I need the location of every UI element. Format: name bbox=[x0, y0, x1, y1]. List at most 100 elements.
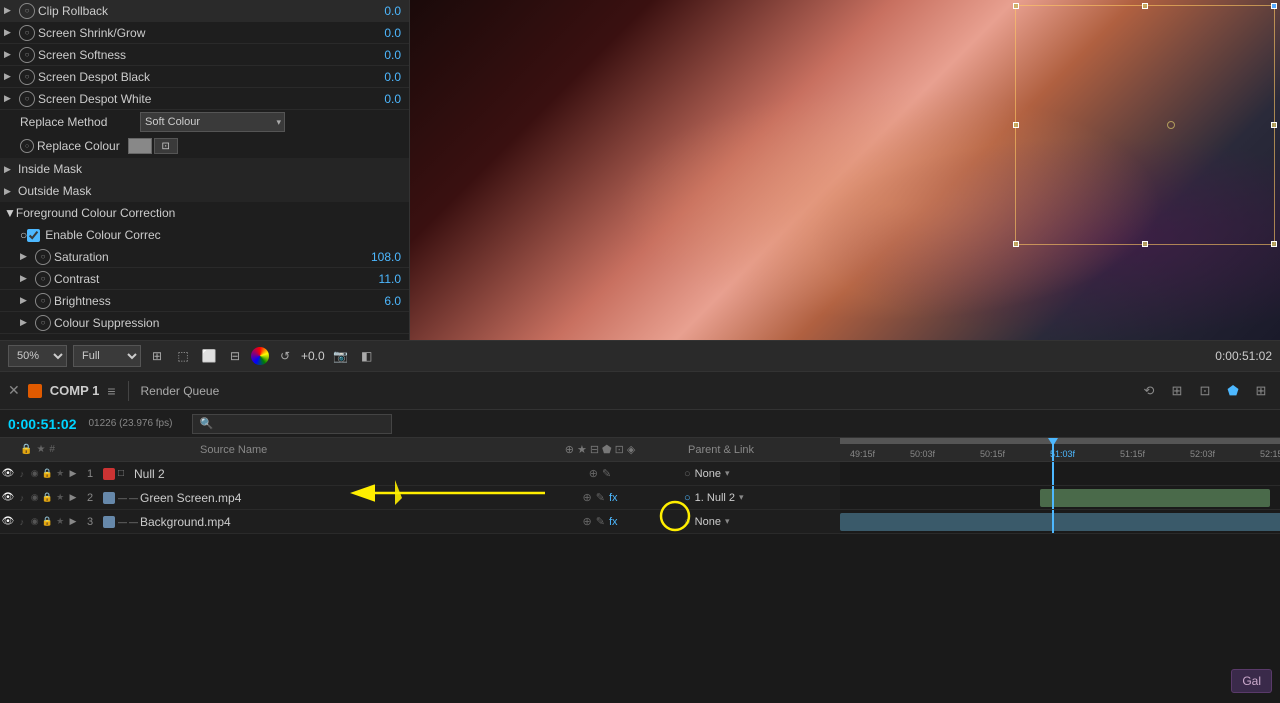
transform-handle-bl[interactable] bbox=[1013, 241, 1019, 247]
contrast-value[interactable]: 11.0 bbox=[379, 272, 401, 286]
colour-suppression-cycle[interactable]: ○ bbox=[35, 315, 51, 331]
frame-blending-icon[interactable]: ⊞ bbox=[1166, 380, 1188, 402]
show-snapshot-icon[interactable]: ◧ bbox=[357, 346, 377, 366]
transform-handle-tr[interactable] bbox=[1271, 3, 1277, 9]
solo-switches-icon[interactable]: ⊡ bbox=[1194, 380, 1216, 402]
motion-blur-icon[interactable]: ⟲ bbox=[1138, 380, 1160, 402]
layer-3-parent-dropdown-icon[interactable]: ▾ bbox=[725, 516, 730, 527]
layer-3-edit-icon[interactable]: ✎ bbox=[596, 515, 605, 528]
saturation-cycle[interactable]: ○ bbox=[35, 249, 51, 265]
contrast-cycle[interactable]: ○ bbox=[35, 271, 51, 287]
inside-mask-expand[interactable]: ▶ bbox=[4, 164, 18, 175]
layer-2-parent-value[interactable]: 1. Null 2 bbox=[695, 492, 735, 504]
layer-3-parent-value[interactable]: None bbox=[695, 516, 721, 528]
layer-3-color-box[interactable] bbox=[103, 516, 115, 528]
layer-2-color-box[interactable] bbox=[103, 492, 115, 504]
viewer-settings-icon[interactable]: ⊞ bbox=[147, 346, 167, 366]
channel-icon[interactable]: ⊟ bbox=[225, 346, 245, 366]
layer-1-expand-icon[interactable]: ▶ bbox=[66, 468, 80, 479]
transform-box[interactable] bbox=[1015, 5, 1275, 245]
layer-3-visibility-icon[interactable]: 👁 bbox=[0, 516, 16, 527]
layer-3-fx-enabled-icon[interactable]: fx bbox=[609, 516, 618, 528]
layer-3-link-icon[interactable]: ⊕ bbox=[583, 515, 592, 528]
brightness-cycle[interactable]: ○ bbox=[35, 293, 51, 309]
screen-softness-value[interactable]: 0.0 bbox=[384, 48, 401, 62]
columns-icon[interactable]: ⊞ bbox=[1250, 380, 1272, 402]
replace-method-select[interactable]: None Soft Colour Hard Colour Wrap Colour bbox=[140, 112, 285, 132]
zoom-select[interactable]: 50% 25% 100% bbox=[8, 345, 67, 367]
replace-colour-cycle-icon[interactable]: ○ bbox=[20, 139, 34, 153]
transparency-icon[interactable]: ⬜ bbox=[199, 346, 219, 366]
screen-despot-black-cycle[interactable]: ○ bbox=[19, 69, 35, 85]
timeline-search-input[interactable] bbox=[192, 414, 392, 434]
fg-correction-expand[interactable]: ▼ bbox=[4, 206, 16, 220]
quality-select[interactable]: Full Half Quarter bbox=[73, 345, 141, 367]
transform-handle-br[interactable] bbox=[1271, 241, 1277, 247]
screen-shrink-value[interactable]: 0.0 bbox=[384, 26, 401, 40]
saturation-value[interactable]: 108.0 bbox=[371, 250, 401, 264]
colour-suppression-expand[interactable]: ▶ bbox=[20, 317, 32, 328]
transform-handle-lm[interactable] bbox=[1013, 122, 1019, 128]
transform-handle-tm[interactable] bbox=[1142, 3, 1148, 9]
transform-handle-bm[interactable] bbox=[1142, 241, 1148, 247]
layer-1-visibility-icon[interactable]: 👁 bbox=[0, 468, 16, 479]
contrast-expand[interactable]: ▶ bbox=[20, 273, 32, 284]
render-queue-tab[interactable]: Render Queue bbox=[141, 384, 220, 398]
clip-rollback-label: Clip Rollback bbox=[38, 4, 384, 18]
region-of-interest-icon[interactable]: ⬚ bbox=[173, 346, 193, 366]
playback-bar: 50% 25% 100% Full Half Quarter ⊞ ⬚ ⬜ ⊟ ↺… bbox=[0, 340, 1280, 372]
track-3-clip[interactable] bbox=[840, 513, 1280, 531]
screen-despot-white-cycle[interactable]: ○ bbox=[19, 91, 35, 107]
graph-editor-icon[interactable]: ⬟ bbox=[1222, 380, 1244, 402]
track-3-clip-inner bbox=[840, 513, 1280, 531]
layer-2-edit-icon[interactable]: ✎ bbox=[596, 491, 605, 504]
screen-despot-white-value[interactable]: 0.0 bbox=[384, 92, 401, 106]
layer-2-fx-enabled-icon[interactable]: fx bbox=[609, 492, 618, 504]
layer-1-edit-icon[interactable]: ✎ bbox=[602, 467, 611, 480]
track-2-clip[interactable] bbox=[1040, 489, 1270, 507]
clip-rollback-cycle[interactable]: ○ bbox=[19, 3, 35, 19]
clip-rollback-value[interactable]: 0.0 bbox=[384, 4, 401, 18]
screen-softness-expand[interactable]: ▶ bbox=[4, 49, 16, 60]
replace-colour-swatch[interactable] bbox=[128, 138, 152, 154]
work-area-bar[interactable] bbox=[840, 438, 1280, 444]
layer-2-visibility-icon[interactable]: 👁 bbox=[0, 492, 16, 503]
layer-1-audio-icon: ♪ bbox=[16, 469, 28, 479]
transform-handle-rm[interactable] bbox=[1271, 122, 1277, 128]
layers-container: 🔒 ★ # Source Name ⊕ ★ ⊟ ⬟ ⊡ ◈ Parent & L… bbox=[0, 438, 1280, 703]
fg-correction-cycle-icon[interactable]: ○ bbox=[20, 228, 27, 242]
saturation-expand[interactable]: ▶ bbox=[20, 251, 32, 262]
timeline-close-icon[interactable]: ✕ bbox=[8, 382, 20, 399]
refresh-icon[interactable]: ↺ bbox=[275, 346, 295, 366]
screen-shrink-expand[interactable]: ▶ bbox=[4, 27, 16, 38]
enable-colour-correction-checkbox[interactable] bbox=[27, 229, 40, 242]
timeline-timecode-display[interactable]: 0:00:51:02 bbox=[8, 416, 77, 432]
screen-softness-cycle[interactable]: ○ bbox=[19, 47, 35, 63]
layer-2-number: 2 bbox=[80, 492, 100, 504]
clip-rollback-expand[interactable]: ▶ bbox=[4, 5, 16, 16]
snapshot-icon[interactable]: 📷 bbox=[331, 346, 351, 366]
exposure-offset[interactable]: +0.0 bbox=[301, 349, 325, 363]
layer-1-link-icon[interactable]: ⊕ bbox=[589, 467, 598, 480]
layer-3-expand-icon[interactable]: ▶ bbox=[66, 516, 80, 527]
screen-despot-black-value[interactable]: 0.0 bbox=[384, 70, 401, 84]
outside-mask-expand[interactable]: ▶ bbox=[4, 186, 18, 197]
brightness-value[interactable]: 6.0 bbox=[384, 294, 401, 308]
screen-despot-black-expand[interactable]: ▶ bbox=[4, 71, 16, 82]
layer-1-parent-dropdown-icon[interactable]: ▾ bbox=[725, 468, 730, 479]
comp-menu-icon[interactable]: ≡ bbox=[107, 383, 115, 399]
gal-button[interactable]: Gal bbox=[1231, 669, 1272, 693]
layer-1-parent-value[interactable]: None bbox=[695, 468, 721, 480]
screen-shrink-cycle[interactable]: ○ bbox=[19, 25, 35, 41]
layer-1-color-box[interactable] bbox=[103, 468, 115, 480]
screen-despot-white-expand[interactable]: ▶ bbox=[4, 93, 16, 104]
layer-2-link-icon[interactable]: ⊕ bbox=[583, 491, 592, 504]
transform-handle-tl[interactable] bbox=[1013, 3, 1019, 9]
layer-2-parent-dropdown-icon[interactable]: ▾ bbox=[739, 492, 744, 503]
brightness-expand[interactable]: ▶ bbox=[20, 295, 32, 306]
replace-colour-eyedrop-icon[interactable]: ⊡ bbox=[154, 138, 178, 154]
layer-2-parent-link-icon[interactable]: ○ bbox=[684, 492, 691, 504]
color-correction-icon[interactable] bbox=[251, 347, 269, 365]
layer-2-expand-icon[interactable]: ▶ bbox=[66, 492, 80, 503]
track-row-2 bbox=[840, 486, 1280, 510]
